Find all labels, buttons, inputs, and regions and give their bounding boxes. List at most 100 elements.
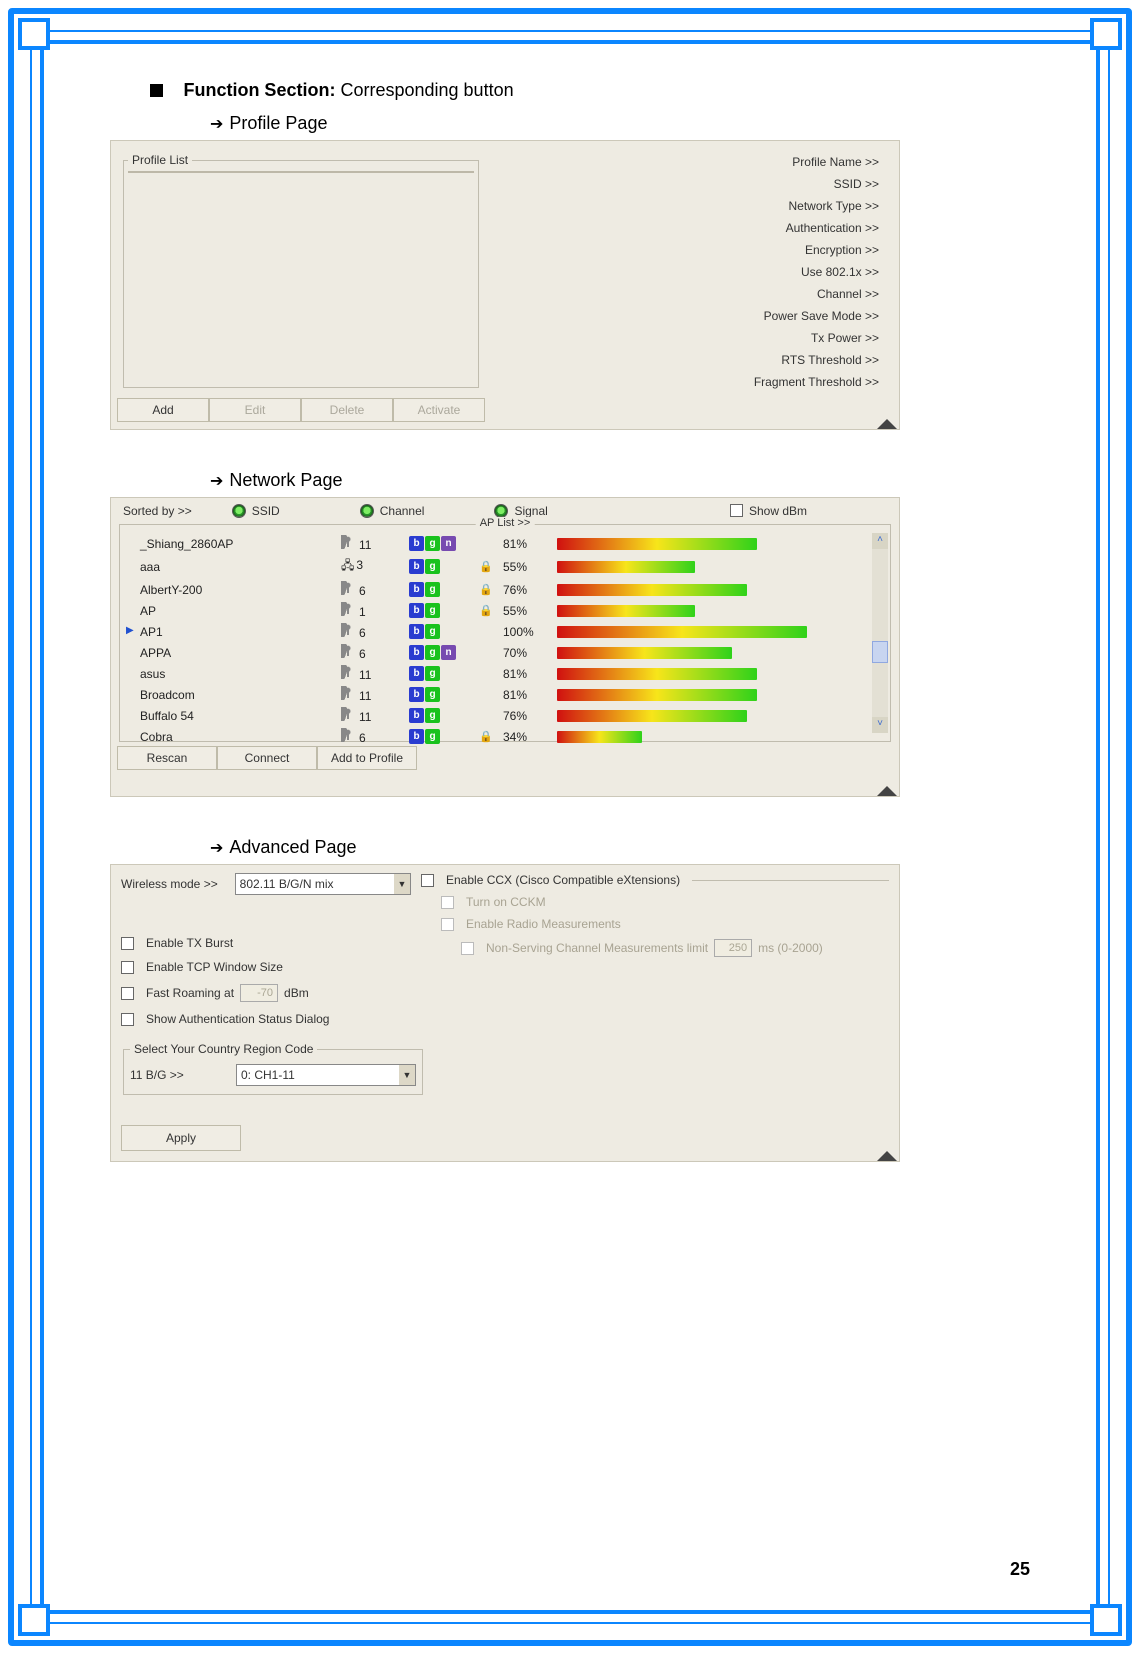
mode-n-icon: n	[441, 536, 456, 551]
scrollbar[interactable]: ˄ ˅	[872, 533, 888, 733]
mode-badges: bgn	[409, 645, 469, 660]
region-group: Select Your Country Region Code 11 B/G >…	[123, 1042, 423, 1095]
profile-field-label: Fragment Threshold >>	[497, 375, 879, 389]
bg-region-select[interactable]: 0: CH1-11 ▼	[236, 1064, 416, 1086]
ap-row[interactable]: Buffalo 5411bg76%	[122, 705, 870, 726]
ap-ssid: aaa	[128, 560, 333, 574]
signal-bar	[557, 689, 757, 701]
wired-icon: 🖧	[341, 558, 354, 572]
network-page-label: ➔Network Page	[210, 470, 1030, 491]
show-dbm-checkbox[interactable]: Show dBm	[730, 504, 807, 518]
bullet-icon	[150, 84, 163, 97]
sort-channel-radio[interactable]: Channel	[360, 504, 425, 518]
ap-ssid: asus	[128, 667, 333, 681]
lock-icon: 🔒	[477, 730, 495, 743]
arrow-icon: ➔	[210, 840, 223, 857]
antenna-icon	[341, 538, 357, 552]
mode-n-icon: n	[441, 645, 456, 660]
ap-channel: 11	[341, 686, 401, 703]
mode-g-icon: g	[425, 708, 440, 723]
mode-b-icon: b	[409, 708, 424, 723]
ap-channel: 6	[341, 728, 401, 745]
ap-channel: 🖧3	[341, 556, 401, 577]
signal-percent: 55%	[503, 604, 543, 618]
ccx-radio-checkbox[interactable]: Enable Radio Measurements	[441, 917, 889, 931]
lock-icon: 🔒	[477, 560, 495, 573]
corner-icon	[18, 18, 50, 50]
signal-bar	[557, 584, 747, 596]
ap-channel: 11	[341, 535, 401, 552]
signal-percent: 81%	[503, 688, 543, 702]
mode-b-icon: b	[409, 666, 424, 681]
profile-field-label: Network Type >>	[497, 199, 879, 213]
ap-row[interactable]: aaa🖧3bg🔒55%	[122, 554, 870, 579]
chevron-down-icon: ▼	[394, 874, 410, 894]
ap-row[interactable]: Cobra6bg🔒34%	[122, 726, 870, 747]
fast-roaming-checkbox[interactable]: Fast Roaming at -70 dBm	[121, 984, 411, 1002]
profile-field-label: Authentication >>	[497, 221, 879, 235]
ccx-nonserv-checkbox[interactable]: Non-Serving Channel Measurements limit 2…	[441, 939, 889, 957]
ccx-cckm-checkbox[interactable]: Turn on CCKM	[441, 895, 889, 909]
ap-row[interactable]: AP16bg100%	[122, 621, 870, 642]
scroll-down-icon[interactable]: ˅	[872, 717, 888, 733]
ap-row[interactable]: AlbertY-2006bg🔒76%	[122, 579, 870, 600]
activate-button[interactable]: Activate	[393, 398, 485, 422]
profile-detail-labels: Profile Name >>SSID >>Network Type >>Aut…	[491, 141, 899, 429]
scroll-thumb[interactable]	[872, 641, 888, 663]
profile-list-group: Profile List	[123, 153, 479, 388]
profile-listbox[interactable]	[128, 171, 474, 173]
ccx-ms-value[interactable]: 250	[714, 939, 752, 957]
fast-roaming-value[interactable]: -70	[240, 984, 278, 1002]
mode-badges: bg	[409, 666, 469, 681]
add-button[interactable]: Add	[117, 398, 209, 422]
ap-ssid: Buffalo 54	[128, 709, 333, 723]
ap-row[interactable]: asus11bg81%	[122, 663, 870, 684]
sort-signal-radio[interactable]: Signal	[494, 504, 547, 518]
ap-ssid: Broadcom	[128, 688, 333, 702]
enable-tx-burst-checkbox[interactable]: Enable TX Burst	[121, 936, 411, 950]
profile-field-label: Channel >>	[497, 287, 879, 301]
sorted-by-label: Sorted by >>	[123, 504, 192, 518]
enable-tcp-checkbox[interactable]: Enable TCP Window Size	[121, 960, 411, 974]
enable-ccx-checkbox[interactable]: Enable CCX (Cisco Compatible eXtensions)	[421, 873, 889, 887]
scroll-up-icon[interactable]: ˄	[872, 533, 888, 549]
mode-g-icon: g	[425, 582, 440, 597]
ap-row[interactable]: APPA6bgn70%	[122, 642, 870, 663]
collapse-icon[interactable]	[877, 1151, 897, 1161]
edit-button[interactable]: Edit	[209, 398, 301, 422]
collapse-icon[interactable]	[877, 786, 897, 796]
corner-icon	[1090, 18, 1122, 50]
profile-panel: Profile List Add Edit Delete Activate Pr…	[110, 140, 900, 430]
bg-label: 11 B/G >>	[130, 1068, 230, 1082]
rescan-button[interactable]: Rescan	[117, 746, 217, 770]
radio-icon	[360, 504, 374, 518]
ap-ssid: APPA	[128, 646, 333, 660]
ap-row[interactable]: _Shiang_2860AP11bgn81%	[122, 533, 870, 554]
delete-button[interactable]: Delete	[301, 398, 393, 422]
connect-button[interactable]: Connect	[217, 746, 317, 770]
ap-row[interactable]: Broadcom11bg81%	[122, 684, 870, 705]
show-auth-checkbox[interactable]: Show Authentication Status Dialog	[121, 1012, 411, 1026]
add-to-profile-button[interactable]: Add to Profile	[317, 746, 417, 770]
antenna-icon	[341, 731, 357, 745]
profile-field-label: RTS Threshold >>	[497, 353, 879, 367]
profile-field-label: Encryption >>	[497, 243, 879, 257]
ap-ssid: Cobra	[128, 730, 333, 744]
checkbox-icon	[421, 874, 434, 887]
mode-b-icon: b	[409, 582, 424, 597]
mode-g-icon: g	[425, 666, 440, 681]
sort-ssid-radio[interactable]: SSID	[232, 504, 280, 518]
mode-badges: bg	[409, 582, 469, 597]
antenna-icon	[341, 689, 357, 703]
mode-g-icon: g	[425, 536, 440, 551]
signal-percent: 81%	[503, 537, 543, 551]
apply-button[interactable]: Apply	[121, 1125, 241, 1151]
checkbox-icon	[461, 942, 474, 955]
wireless-mode-select[interactable]: 802.11 B/G/N mix ▼	[235, 873, 411, 895]
ap-row[interactable]: AP1bg🔒55%	[122, 600, 870, 621]
collapse-icon[interactable]	[877, 419, 897, 429]
ap-channel: 11	[341, 707, 401, 724]
corner-icon	[1090, 1604, 1122, 1636]
mode-b-icon: b	[409, 536, 424, 551]
heading-desc: Corresponding button	[340, 80, 513, 100]
